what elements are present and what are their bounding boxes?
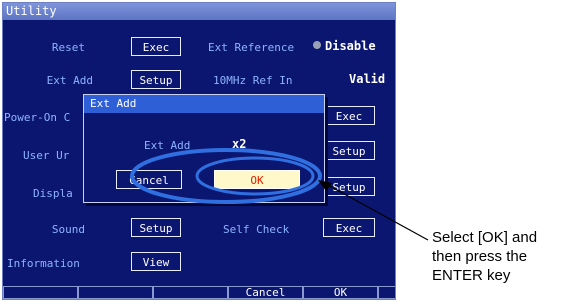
highlight-inner-ring — [195, 156, 315, 196]
callout-arrow-icon — [318, 180, 332, 191]
callout-line-1: Select [OK] and — [432, 229, 538, 246]
highlight-outer-ring — [130, 148, 322, 204]
callout-arrow-line — [325, 183, 429, 241]
callout-line-2: then press the — [432, 248, 528, 265]
callout-line-3: ENTER key — [432, 267, 511, 284]
callout-text: Select [OK] and then press the ENTER key — [432, 228, 537, 285]
